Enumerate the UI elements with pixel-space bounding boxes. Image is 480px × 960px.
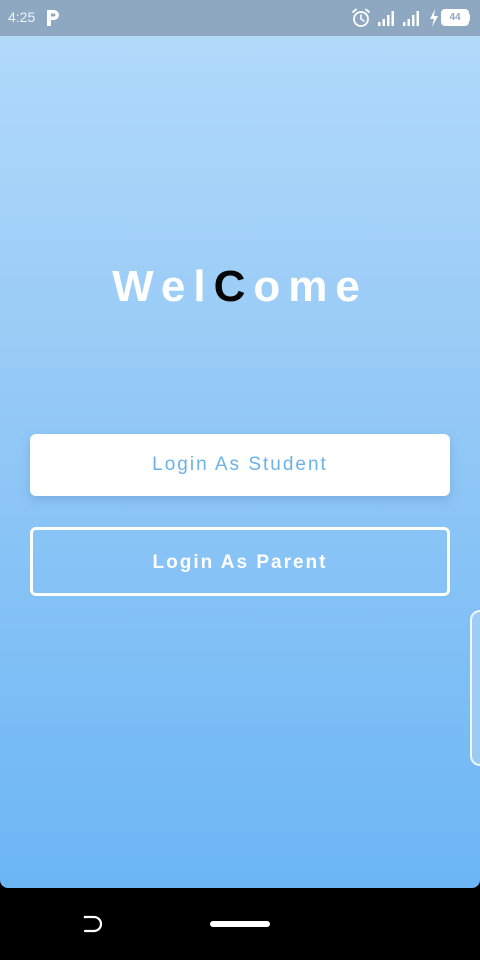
side-drawer-handle[interactable]	[470, 610, 480, 766]
login-parent-button[interactable]: Login As Parent	[30, 527, 450, 596]
status-time: 4:25	[8, 9, 36, 25]
welcome-title-part2: ome	[253, 262, 368, 311]
signal-icon	[403, 11, 419, 26]
welcome-title-part1: Wel	[112, 262, 214, 311]
battery-icon: 44	[441, 9, 471, 26]
welcome-title: WelCome	[0, 262, 480, 312]
login-student-button[interactable]: Login As Student	[30, 434, 450, 496]
battery-level: 44	[441, 9, 469, 26]
charging-bolt-icon	[430, 9, 438, 27]
home-pill[interactable]	[210, 921, 270, 927]
back-icon[interactable]	[80, 912, 104, 936]
app-screen: 4:25 44 WelCome Login As Student Login A…	[0, 0, 480, 888]
p-icon	[47, 10, 59, 26]
signal-icon	[378, 11, 394, 26]
welcome-title-accent: C	[213, 262, 254, 311]
status-bar: 4:25 44	[0, 0, 480, 36]
battery-tip	[468, 14, 470, 21]
alarm-icon	[352, 8, 370, 27]
